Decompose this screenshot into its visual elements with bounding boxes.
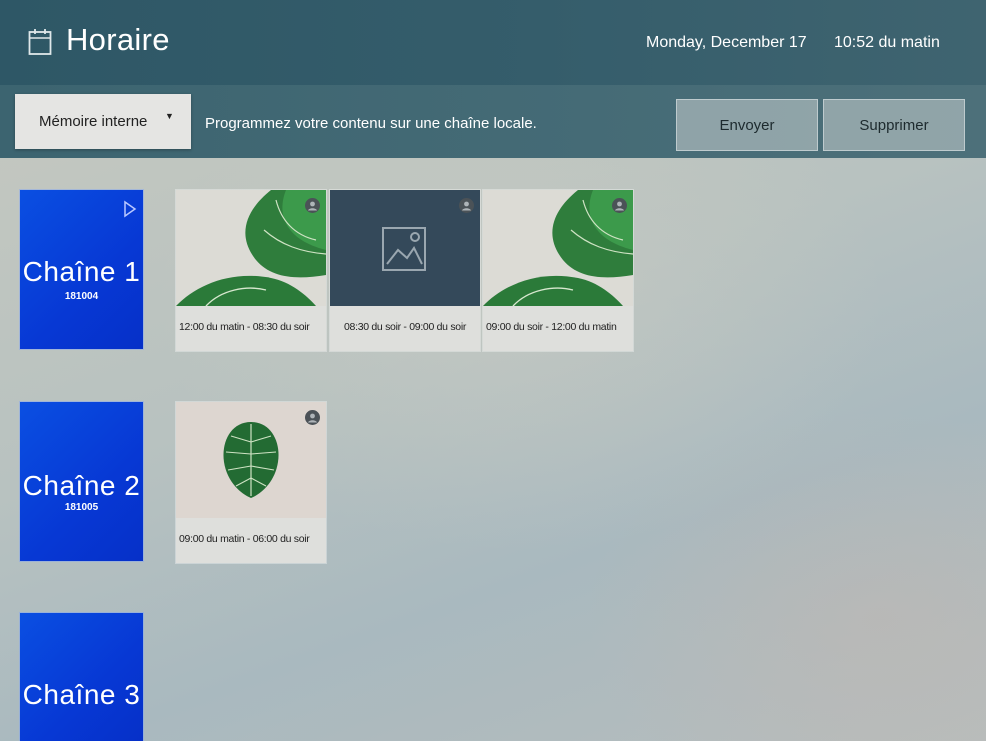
channel-name: Chaîne 3 xyxy=(22,679,141,710)
schedule-item[interactable]: 09:00 du matin - 06:00 du soir xyxy=(176,402,326,563)
channel-number: 181004 xyxy=(64,291,99,302)
header-bar: Horaire Monday, December 17 10:52 du mat… xyxy=(0,0,986,85)
schedule-item[interactable]: 09:00 du soir - 12:00 du matin xyxy=(483,190,633,351)
monstera-leaves-image xyxy=(483,190,633,306)
current-time: 10:52 du matin xyxy=(834,34,940,51)
user-avatar-icon xyxy=(305,198,320,213)
schedule-item[interactable]: 12:00 du matin - 08:30 du soir xyxy=(176,190,326,351)
placeholder-image xyxy=(330,190,480,306)
channel-tile-3[interactable]: Chaîne 3 xyxy=(20,613,143,741)
channel-name: Chaîne 1 xyxy=(22,256,141,287)
send-button[interactable]: Envoyer xyxy=(676,99,818,151)
time-range: 09:00 du soir - 12:00 du matin xyxy=(486,321,617,333)
schedule-item[interactable]: 08:30 du soir - 09:00 du soir xyxy=(330,190,480,351)
time-range: 09:00 du matin - 06:00 du soir xyxy=(179,533,310,545)
calendar-icon xyxy=(28,29,52,55)
channel-tile-2[interactable]: Chaîne 2 181005 xyxy=(20,402,143,561)
delete-button[interactable]: Supprimer xyxy=(823,99,965,151)
storage-dropdown-label: Mémoire interne xyxy=(39,113,148,130)
channel-tile-1[interactable]: Chaîne 1 181004 xyxy=(20,190,143,349)
storage-dropdown[interactable]: Mémoire interne ▼ xyxy=(15,94,191,149)
play-icon[interactable] xyxy=(123,200,137,218)
time-range: 08:30 du soir - 09:00 du soir xyxy=(344,321,467,333)
instruction-text: Programmez votre contenu sur une chaîne … xyxy=(205,115,537,132)
monstera-leaf-image xyxy=(176,402,326,518)
monstera-leaves-image xyxy=(176,190,326,306)
time-range: 12:00 du matin - 08:30 du soir xyxy=(179,321,310,333)
page-title: Horaire xyxy=(66,22,170,57)
user-avatar-icon xyxy=(459,198,474,213)
channel-number: 181005 xyxy=(64,502,99,513)
user-avatar-icon xyxy=(305,410,320,425)
caret-down-icon: ▼ xyxy=(165,111,174,121)
channel-name: Chaîne 2 xyxy=(22,470,141,501)
current-date: Monday, December 17 xyxy=(646,34,807,51)
user-avatar-icon xyxy=(612,198,627,213)
